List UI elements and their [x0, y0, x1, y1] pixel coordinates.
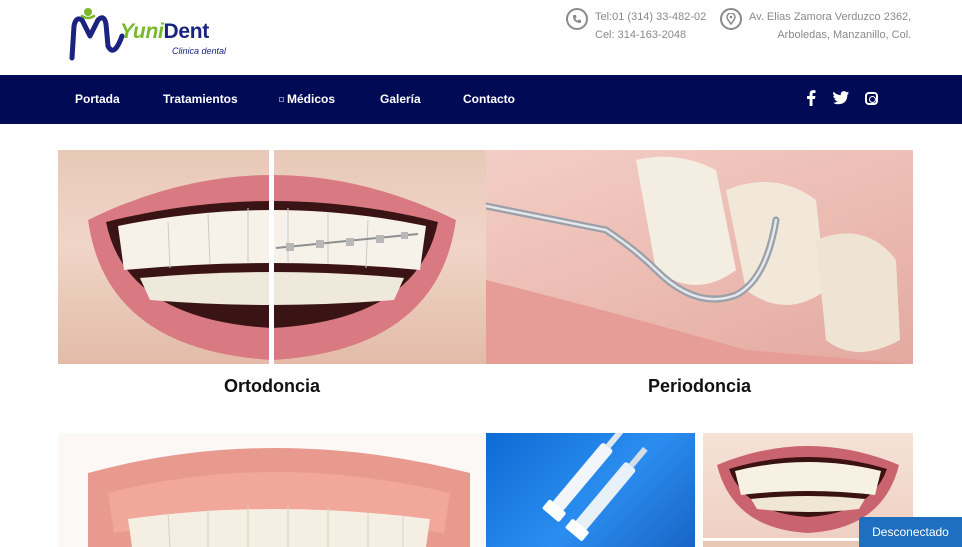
nav-item-medicos-label: Médicos: [287, 92, 336, 106]
logo[interactable]: YuniDent Clinica dental: [68, 6, 228, 68]
map-pin-icon: [720, 8, 742, 30]
phone-line-2: Cel: 314-163-2048: [595, 29, 687, 41]
dental-probe-illustration: [486, 156, 913, 364]
nav-item-portada[interactable]: Portada: [75, 92, 120, 106]
denture-illustration: [88, 448, 470, 547]
logo-text: YuniDent: [120, 20, 209, 44]
address-line-2: Arboledas, Manzanillo, Col.: [777, 29, 912, 41]
periodoncia-caption[interactable]: Periodoncia: [486, 376, 913, 397]
logo-text-part2: Dent: [163, 20, 210, 43]
blanqueamiento-image[interactable]: [486, 433, 695, 547]
nav-item-tratamientos[interactable]: Tratamientos: [163, 92, 238, 106]
phone-line-1: Tel:01 (314) 33-482-02: [595, 11, 707, 23]
site-header: YuniDent Clinica dental Tel:01 (314) 33-…: [0, 0, 962, 75]
nav-item-contacto[interactable]: Contacto: [463, 92, 515, 106]
instagram-icon[interactable]: [862, 89, 880, 107]
nav-item-medicos[interactable]: Médicos: [279, 92, 335, 106]
main-nav: Portada Tratamientos Médicos Galería Con…: [0, 75, 962, 124]
contact-phone: Tel:01 (314) 33-482-02 Cel: 314-163-2048: [566, 8, 706, 44]
connection-status-badge[interactable]: Desconectado: [859, 517, 962, 547]
facebook-icon[interactable]: [802, 89, 820, 107]
logo-tagline: Clinica dental: [172, 46, 227, 56]
address-line-1: Av. Elias Zamora Verduzco 2362,: [749, 11, 912, 23]
contact-address: Av. Elias Zamora Verduzco 2362, Arboleda…: [720, 8, 911, 44]
periodoncia-image[interactable]: [486, 150, 913, 364]
ortodoncia-image[interactable]: [58, 150, 486, 364]
twitter-icon[interactable]: [832, 89, 850, 107]
ortodoncia-caption[interactable]: Ortodoncia: [58, 376, 486, 397]
syringe-illustration: [542, 433, 648, 541]
protesis-image[interactable]: [58, 433, 486, 547]
nav-item-galeria[interactable]: Galería: [380, 92, 421, 106]
instagram-glyph: [864, 91, 878, 105]
logo-text-part1: Yuni: [120, 20, 164, 43]
smile-braces-illustration: [88, 150, 456, 364]
phone-icon: [566, 8, 588, 30]
dropdown-marker-icon: [279, 97, 284, 103]
